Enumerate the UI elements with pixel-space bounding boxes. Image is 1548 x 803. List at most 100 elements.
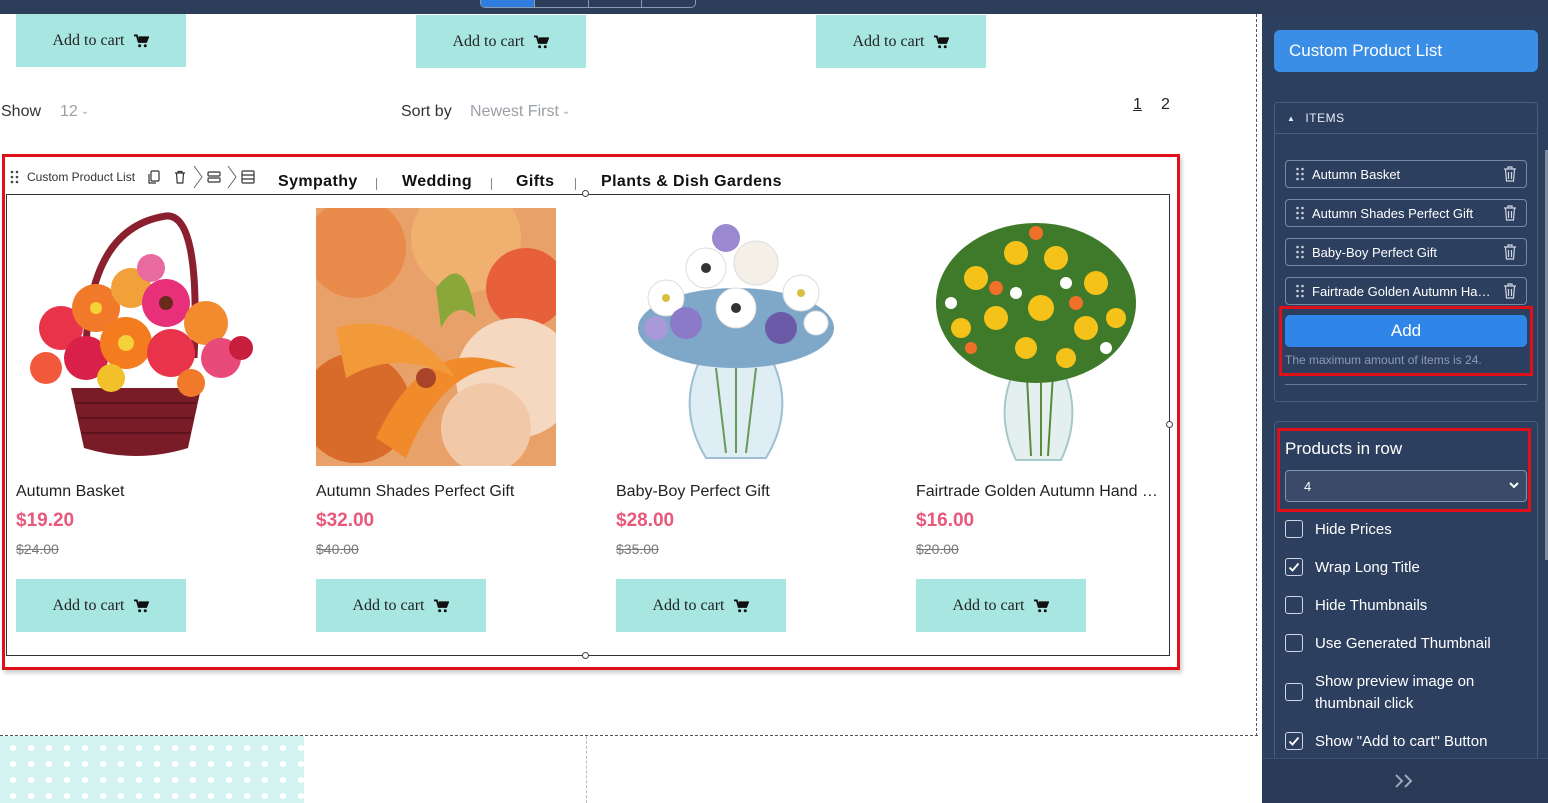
product-title[interactable]: Autumn Basket bbox=[16, 483, 258, 501]
add-to-cart-button[interactable]: Add to cart bbox=[616, 579, 786, 632]
option-wrap-long-title[interactable]: Wrap Long Title bbox=[1285, 557, 1420, 579]
section-icon[interactable] bbox=[241, 170, 255, 184]
add-to-cart-label: Add to cart bbox=[452, 32, 525, 50]
category-link-gifts[interactable]: Gifts bbox=[516, 173, 554, 191]
add-to-cart-label: Add to cart bbox=[52, 31, 125, 49]
checkbox-checked[interactable] bbox=[1285, 732, 1303, 750]
chevron-down-icon: ⌄ bbox=[80, 106, 90, 117]
add-to-cart-button[interactable]: Add to cart bbox=[916, 579, 1086, 632]
device-desktop-segment[interactable] bbox=[481, 0, 535, 7]
sort-value: Newest First bbox=[470, 103, 559, 120]
product-title[interactable]: Baby-Boy Perfect Gift bbox=[616, 483, 858, 501]
cart-icon bbox=[534, 34, 550, 48]
add-to-cart-button[interactable]: Add to cart bbox=[316, 579, 486, 632]
add-to-cart-label: Add to cart bbox=[52, 596, 125, 614]
checkbox[interactable] bbox=[1285, 634, 1303, 652]
option-label: Show preview image on thumbnail click bbox=[1315, 673, 1475, 712]
double-chevron-right-icon[interactable] bbox=[1394, 773, 1416, 789]
trash-icon[interactable] bbox=[1503, 283, 1517, 299]
item-row[interactable]: Fairtrade Golden Autumn Hand tied bbox=[1285, 277, 1527, 305]
item-row[interactable]: Autumn Shades Perfect Gift bbox=[1285, 199, 1527, 227]
breadcrumb-chevron-icon bbox=[193, 165, 203, 189]
option-label: Hide Thumbnails bbox=[1315, 597, 1428, 614]
item-name: Autumn Basket bbox=[1312, 166, 1401, 182]
cart-icon bbox=[1034, 598, 1050, 612]
editor-top-bar bbox=[0, 0, 1548, 14]
column-divider bbox=[586, 736, 587, 803]
product-price: $32.00 bbox=[316, 510, 375, 531]
yellow-rose-bouquet-image bbox=[936, 223, 1136, 461]
add-to-cart-button[interactable]: Add to cart bbox=[416, 15, 586, 68]
delete-icon[interactable] bbox=[173, 170, 187, 184]
add-to-cart-label: Add to cart bbox=[652, 596, 725, 614]
page-link-2[interactable]: 2 bbox=[1161, 96, 1170, 114]
sort-select[interactable]: Newest First ⌄ bbox=[470, 103, 570, 121]
product-price: $16.00 bbox=[916, 510, 975, 531]
add-to-cart-button[interactable]: Add to cart bbox=[816, 15, 986, 68]
item-name: Fairtrade Golden Autumn Hand tied bbox=[1312, 283, 1497, 299]
items-section-header[interactable]: ▲ ITEMS bbox=[1275, 103, 1537, 134]
trash-icon[interactable] bbox=[1503, 244, 1517, 260]
drag-handle-icon[interactable] bbox=[1295, 245, 1305, 259]
item-row[interactable]: Autumn Basket bbox=[1285, 160, 1527, 188]
checkbox[interactable] bbox=[1285, 683, 1303, 701]
option-label: Hide Prices bbox=[1315, 521, 1392, 538]
product-price: $28.00 bbox=[616, 510, 675, 531]
drag-handle-icon[interactable] bbox=[8, 170, 22, 184]
resize-handle-right[interactable] bbox=[1166, 421, 1173, 428]
item-name: Autumn Shades Perfect Gift bbox=[1312, 205, 1474, 221]
device-other-segment[interactable] bbox=[642, 0, 695, 7]
category-link-plants-dish-gardens[interactable]: Plants & Dish Gardens bbox=[601, 173, 782, 191]
chevron-down-icon: ⌄ bbox=[561, 106, 571, 117]
product-title[interactable]: Fairtrade Golden Autumn Hand tied bbox=[916, 483, 1158, 501]
add-to-cart-button[interactable]: Add to cart bbox=[16, 579, 186, 632]
trash-icon[interactable] bbox=[1503, 205, 1517, 221]
checkmark-icon bbox=[1288, 736, 1300, 746]
breadcrumb-chevron-icon bbox=[227, 165, 237, 189]
page-link-1[interactable]: 1 bbox=[1133, 96, 1142, 114]
device-switcher[interactable] bbox=[480, 0, 696, 8]
option-hide-prices[interactable]: Hide Prices bbox=[1285, 519, 1392, 541]
product-thumbnail-autumn-shades[interactable] bbox=[316, 208, 556, 466]
product-old-price: $20.00 bbox=[916, 541, 959, 557]
chevron-down-icon bbox=[1509, 482, 1519, 489]
parent-container-icon[interactable] bbox=[207, 170, 221, 184]
category-link-sympathy[interactable]: Sympathy bbox=[278, 173, 358, 191]
drag-handle-icon[interactable] bbox=[1295, 284, 1305, 298]
product-thumbnail-fairtrade-golden[interactable] bbox=[916, 208, 1156, 466]
component-toolbar: Custom Product List bbox=[6, 164, 256, 190]
trash-icon[interactable] bbox=[1503, 166, 1517, 182]
panel-footer bbox=[1262, 758, 1548, 803]
resize-handle-top[interactable] bbox=[582, 190, 589, 197]
resize-handle-bottom[interactable] bbox=[582, 652, 589, 659]
cart-icon bbox=[734, 598, 750, 612]
device-mobile-segment[interactable] bbox=[588, 0, 643, 7]
add-to-cart-label: Add to cart bbox=[852, 32, 925, 50]
add-to-cart-button[interactable]: Add to cart bbox=[16, 14, 186, 67]
category-link-wedding[interactable]: Wedding bbox=[402, 173, 472, 191]
item-row[interactable]: Baby-Boy Perfect Gift bbox=[1285, 238, 1527, 266]
option-label: Wrap Long Title bbox=[1315, 559, 1420, 576]
option-hide-thumbnails[interactable]: Hide Thumbnails bbox=[1285, 595, 1427, 617]
product-thumbnail-baby-boy[interactable] bbox=[616, 208, 856, 466]
canvas-edge-guide bbox=[1256, 14, 1258, 736]
checkbox[interactable] bbox=[1285, 520, 1303, 538]
show-label: Show bbox=[1, 103, 42, 120]
show-count-select[interactable]: 12 ⌄ bbox=[60, 103, 89, 121]
add-to-cart-label: Add to cart bbox=[952, 596, 1025, 614]
checkbox[interactable] bbox=[1285, 596, 1303, 614]
products-in-row-select[interactable]: 4 bbox=[1285, 470, 1527, 502]
drag-handle-icon[interactable] bbox=[1295, 167, 1305, 181]
option-show-add-to-cart[interactable]: Show "Add to cart" Button bbox=[1285, 731, 1487, 753]
product-thumbnail-autumn-basket[interactable] bbox=[16, 208, 256, 466]
items-heading: ITEMS bbox=[1305, 111, 1345, 125]
checkbox-checked[interactable] bbox=[1285, 558, 1303, 576]
duplicate-icon[interactable] bbox=[147, 170, 161, 184]
option-show-preview-image[interactable]: Show preview image on thumbnail click bbox=[1285, 671, 1485, 715]
add-item-button[interactable]: Add bbox=[1285, 315, 1527, 347]
option-use-generated-thumbnail[interactable]: Use Generated Thumbnail bbox=[1285, 633, 1491, 655]
drag-handle-icon[interactable] bbox=[1295, 206, 1305, 220]
option-label: Show "Add to cart" Button bbox=[1315, 733, 1488, 750]
product-title[interactable]: Autumn Shades Perfect Gift bbox=[316, 483, 558, 501]
device-tablet-segment[interactable] bbox=[534, 0, 589, 7]
